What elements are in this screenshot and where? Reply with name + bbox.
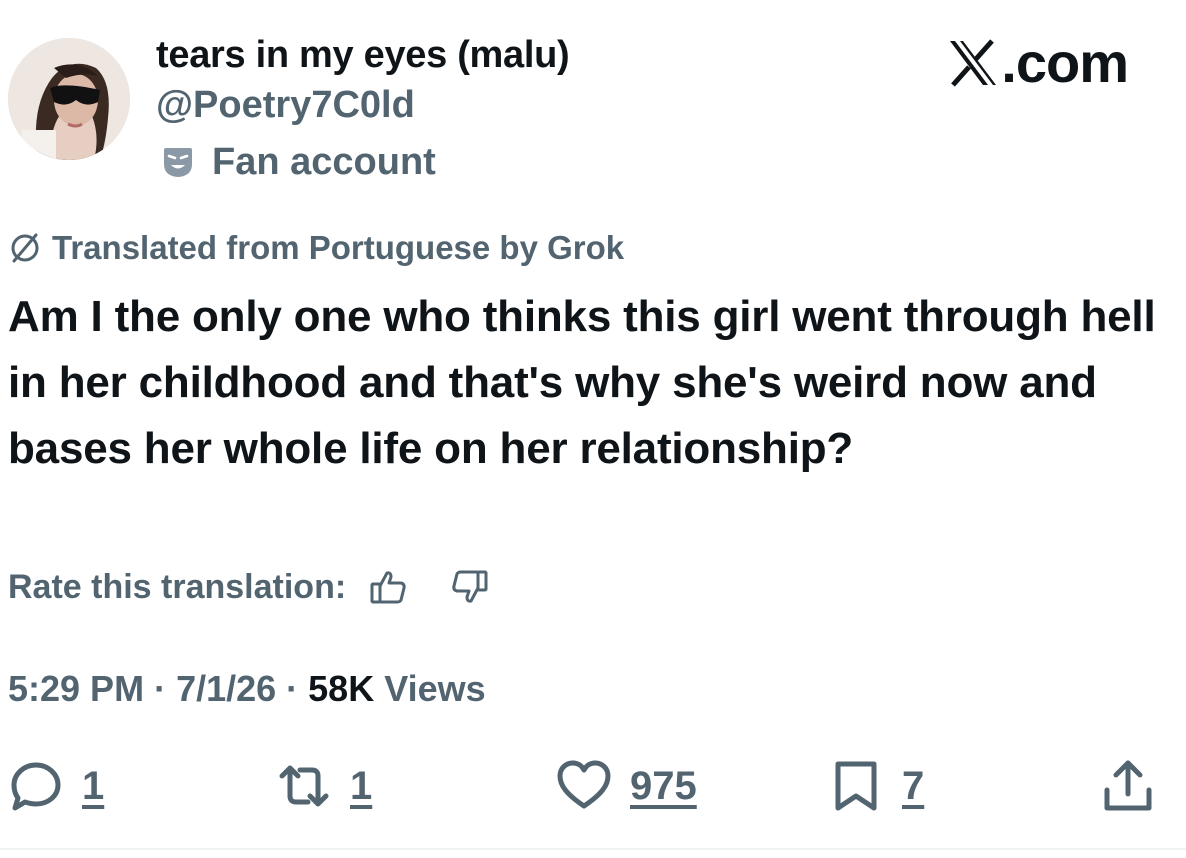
avatar[interactable] (8, 38, 130, 160)
x-com-brand: .com (947, 30, 1129, 95)
tweet-meta: 5:29 PM · 7/1/26 · 58K Views (8, 664, 486, 714)
translation-notice: Translated from Portuguese by Grok (8, 228, 624, 268)
thumbs-up-button[interactable] (368, 567, 408, 607)
tweet-time[interactable]: 5:29 PM (8, 668, 144, 710)
x-logo-icon (950, 38, 997, 87)
user-handle[interactable]: @Poetry7C0ld (156, 84, 415, 127)
views-count: 58K (308, 668, 375, 709)
repost-button[interactable]: 1 (276, 756, 372, 816)
tweet-text: Am I the only one who thinks this girl w… (8, 292, 1156, 473)
repost-icon (279, 765, 329, 807)
translate-icon (11, 233, 39, 263)
theater-mask-icon (164, 148, 192, 177)
share-button[interactable] (1100, 756, 1156, 816)
bookmark-icon (835, 761, 877, 811)
fan-account-badge: Fan account (160, 140, 436, 184)
share-icon (1104, 760, 1152, 811)
meta-separator: · (154, 668, 167, 709)
translation-notice-text: Translated from Portuguese by Grok (52, 229, 625, 266)
tweet-date[interactable]: 7/1/26 (176, 668, 276, 710)
fan-account-label: Fan account (212, 140, 436, 183)
reply-icon (11, 762, 61, 811)
repost-count[interactable]: 1 (350, 764, 372, 809)
thumbs-up-icon (370, 571, 406, 604)
brand-domain: .com (1001, 31, 1129, 94)
like-button[interactable]: 975 (556, 756, 697, 816)
heart-icon (557, 760, 611, 809)
bookmark-button[interactable]: 7 (828, 756, 924, 816)
bookmark-count[interactable]: 7 (902, 764, 924, 809)
reply-button[interactable]: 1 (8, 756, 104, 816)
divider (0, 848, 1186, 850)
rate-translation: Rate this translation: (8, 562, 532, 612)
display-name[interactable]: tears in my eyes (malu) (156, 34, 570, 77)
views-label: Views (384, 668, 486, 709)
reply-count[interactable]: 1 (82, 764, 104, 809)
like-count[interactable]: 975 (630, 764, 697, 809)
action-bar: 1 1 975 7 (0, 756, 1186, 816)
profile-photo (8, 38, 130, 160)
meta-separator: · (286, 668, 299, 709)
rate-translation-label: Rate this translation: (8, 567, 347, 606)
thumbs-down-icon (452, 570, 488, 603)
thumbs-down-button[interactable] (450, 567, 490, 607)
